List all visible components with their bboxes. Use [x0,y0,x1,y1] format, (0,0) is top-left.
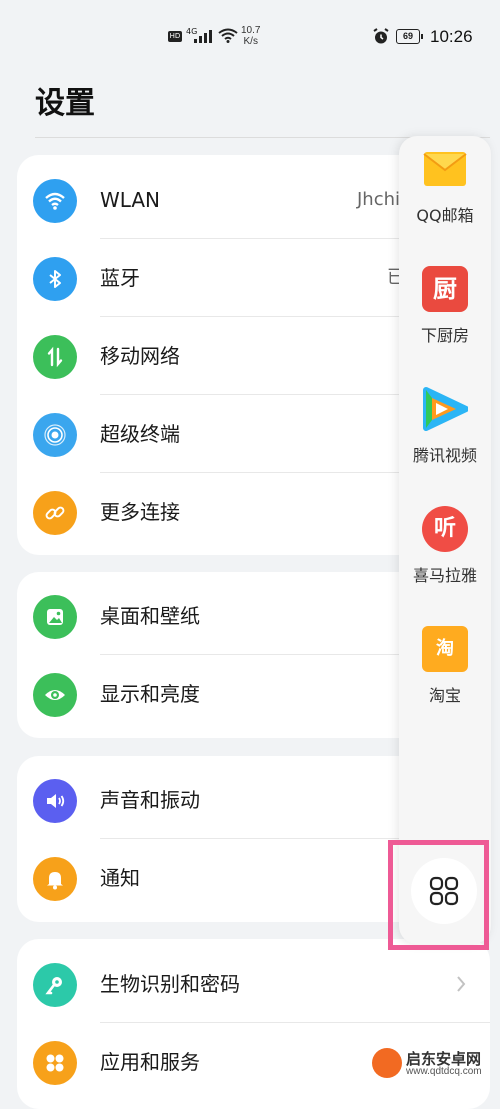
dock-app-tencent-video[interactable]: 腾讯视频 [399,376,491,476]
ximalaya-icon: 听 [422,506,468,552]
watermark-logo-icon [372,1048,402,1078]
app-name: 下厨房 [420,326,469,345]
speed-value: 10.7 [241,25,261,36]
clock: 10:26 [430,27,473,46]
bluetooth-icon [33,257,77,301]
dock-app-ximalaya[interactable]: 听 喜马拉雅 [399,496,491,596]
app-name: QQ邮箱 [416,206,474,225]
chevron-right-icon [457,976,466,992]
key-icon [33,963,77,1007]
settings-item-label: WLAN [100,188,161,212]
page-title: 设置 [35,86,95,121]
eye-icon [33,673,77,717]
settings-item-label: 超级终端 [100,422,180,446]
link-icon [33,491,77,535]
taobao-glyph: 淘 [436,638,454,659]
tencent-video-icon [423,387,468,431]
side-app-dock: QQ邮箱 厨 下厨房 腾讯视频 听 喜马拉雅 淘 淘宝 [399,136,491,944]
apps-icon [33,1041,77,1085]
alarm-icon [373,28,389,44]
settings-item-label: 蓝牙 [100,266,140,290]
qq-mail-icon [423,152,467,186]
status-bar: HD 4G 10.7 K/s 69 10:26 [0,0,500,72]
settings-item-label: 移动网络 [100,344,180,368]
mobile-data-icon [33,335,77,379]
settings-item-biometrics[interactable]: 生物识别和密码 [17,945,490,1023]
app-name: 腾讯视频 [412,446,477,465]
settings-item-label: 更多连接 [100,500,180,524]
xiachufang-icon: 厨 [422,266,468,312]
wifi-icon [33,179,77,223]
app-name: 淘宝 [428,686,461,705]
speaker-icon [33,779,77,823]
super-device-icon [33,413,77,457]
speed-unit: K/s [243,36,258,47]
dock-app-qq-mail[interactable]: QQ邮箱 [399,136,491,236]
bell-icon [33,857,77,901]
settings-item-label: 通知 [100,866,140,890]
ximalaya-glyph: 听 [433,516,456,541]
settings-item-label: 应用和服务 [100,1050,200,1074]
wallpaper-icon [33,595,77,639]
wifi-status-icon [218,28,238,43]
network-speed: 10.7 K/s [241,25,260,47]
settings-item-label: 声音和振动 [100,788,200,812]
signal-icon [194,30,212,43]
watermark-url: www.qdtdcq.com [406,1066,482,1077]
wlan-network-name: Jhchi [357,189,401,210]
settings-item-label: 桌面和壁纸 [100,604,200,628]
hd-badge: HD [168,31,182,42]
watermark: 启东安卓网 www.qdtdcq.com [372,1046,498,1080]
xiachufang-glyph: 厨 [433,275,457,303]
battery-indicator: 69 [396,29,423,44]
dock-app-xiachufang[interactable]: 厨 下厨房 [399,256,491,356]
settings-item-label: 显示和亮度 [100,682,200,706]
settings-item-label: 生物识别和密码 [100,972,240,996]
highlight-box [388,840,489,950]
taobao-icon: 淘 [422,626,468,672]
app-name: 喜马拉雅 [412,566,477,585]
settings-group-security: 生物识别和密码 应用和服务 [17,939,490,1109]
dock-app-taobao[interactable]: 淘 淘宝 [399,616,491,716]
